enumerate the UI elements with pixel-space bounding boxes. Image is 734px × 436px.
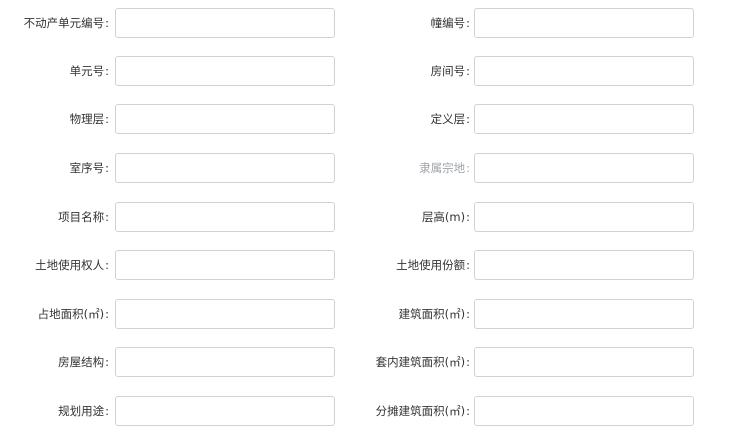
- planned-use-input[interactable]: [115, 396, 335, 426]
- field-land-use-right-holder: 土地使用权人:: [0, 250, 340, 280]
- form-row: 房屋结构: 套内建筑面积(㎡):: [0, 347, 734, 377]
- field-planned-use: 规划用途:: [0, 396, 340, 426]
- field-property-unit-number: 不动产单元编号:: [0, 8, 340, 38]
- form-row: 物理层: 定义层:: [0, 104, 734, 134]
- field-house-structure: 房屋结构:: [0, 347, 340, 377]
- room-sequence-input[interactable]: [115, 153, 335, 183]
- field-label: 物理层:: [69, 112, 109, 126]
- physical-floor-input[interactable]: [115, 104, 335, 134]
- floor-height-input[interactable]: [474, 202, 694, 232]
- field-label: 不动产单元编号:: [23, 16, 109, 30]
- land-area-input[interactable]: [115, 299, 335, 329]
- field-label: 项目名称:: [58, 210, 109, 224]
- field-shared-building-area: 分摊建筑面积(㎡):: [360, 396, 700, 426]
- form-row: 占地面积(㎡): 建筑面积(㎡):: [0, 299, 734, 329]
- field-floor-height: 层高(m):: [360, 202, 700, 232]
- house-structure-input[interactable]: [115, 347, 335, 377]
- property-unit-form: 不动产单元编号: 幢编号: 单元号: 房间号: 物理层: 定义层: 室序号: 隶…: [0, 0, 734, 436]
- field-physical-floor: 物理层:: [0, 104, 340, 134]
- field-label: 房间号:: [430, 64, 470, 78]
- field-label: 套内建筑面积(㎡):: [375, 355, 470, 369]
- property-unit-number-input[interactable]: [115, 8, 335, 38]
- form-row: 不动产单元编号: 幢编号:: [0, 8, 734, 38]
- field-land-area: 占地面积(㎡):: [0, 299, 340, 329]
- field-defined-floor: 定义层:: [360, 104, 700, 134]
- form-row: 项目名称: 层高(m):: [0, 202, 734, 232]
- unit-number-input[interactable]: [115, 56, 335, 86]
- field-label: 规划用途:: [58, 404, 109, 418]
- field-room-number: 房间号:: [360, 56, 700, 86]
- land-use-right-holder-input[interactable]: [115, 250, 335, 280]
- field-project-name: 项目名称:: [0, 202, 340, 232]
- field-label: 层高(m):: [421, 210, 470, 224]
- field-building-area: 建筑面积(㎡):: [360, 299, 700, 329]
- shared-building-area-input[interactable]: [474, 396, 694, 426]
- field-label: 建筑面积(㎡):: [398, 307, 470, 321]
- field-label: 隶属宗地:: [419, 161, 470, 175]
- field-label: 房屋结构:: [58, 355, 109, 369]
- project-name-input[interactable]: [115, 202, 335, 232]
- field-land-use-share: 土地使用份额:: [360, 250, 700, 280]
- building-area-input[interactable]: [474, 299, 694, 329]
- field-label: 室序号:: [69, 161, 109, 175]
- parcel-input[interactable]: [474, 153, 694, 183]
- field-parcel: 隶属宗地:: [360, 153, 700, 183]
- building-number-input[interactable]: [474, 8, 694, 38]
- field-room-sequence: 室序号:: [0, 153, 340, 183]
- field-label: 分摊建筑面积(㎡):: [375, 404, 470, 418]
- field-label: 土地使用份额:: [396, 258, 470, 272]
- field-label: 定义层:: [430, 112, 470, 126]
- inner-building-area-input[interactable]: [474, 347, 694, 377]
- field-inner-building-area: 套内建筑面积(㎡):: [360, 347, 700, 377]
- defined-floor-input[interactable]: [474, 104, 694, 134]
- room-number-input[interactable]: [474, 56, 694, 86]
- form-row: 规划用途: 分摊建筑面积(㎡):: [0, 396, 734, 426]
- land-use-share-input[interactable]: [474, 250, 694, 280]
- field-building-number: 幢编号:: [360, 8, 700, 38]
- field-label: 单元号:: [69, 64, 109, 78]
- form-row: 室序号: 隶属宗地:: [0, 153, 734, 183]
- field-label: 幢编号:: [430, 16, 470, 30]
- form-row: 土地使用权人: 土地使用份额:: [0, 250, 734, 280]
- field-unit-number: 单元号:: [0, 56, 340, 86]
- field-label: 占地面积(㎡):: [37, 307, 109, 321]
- form-row: 单元号: 房间号:: [0, 56, 734, 86]
- field-label: 土地使用权人:: [35, 258, 109, 272]
